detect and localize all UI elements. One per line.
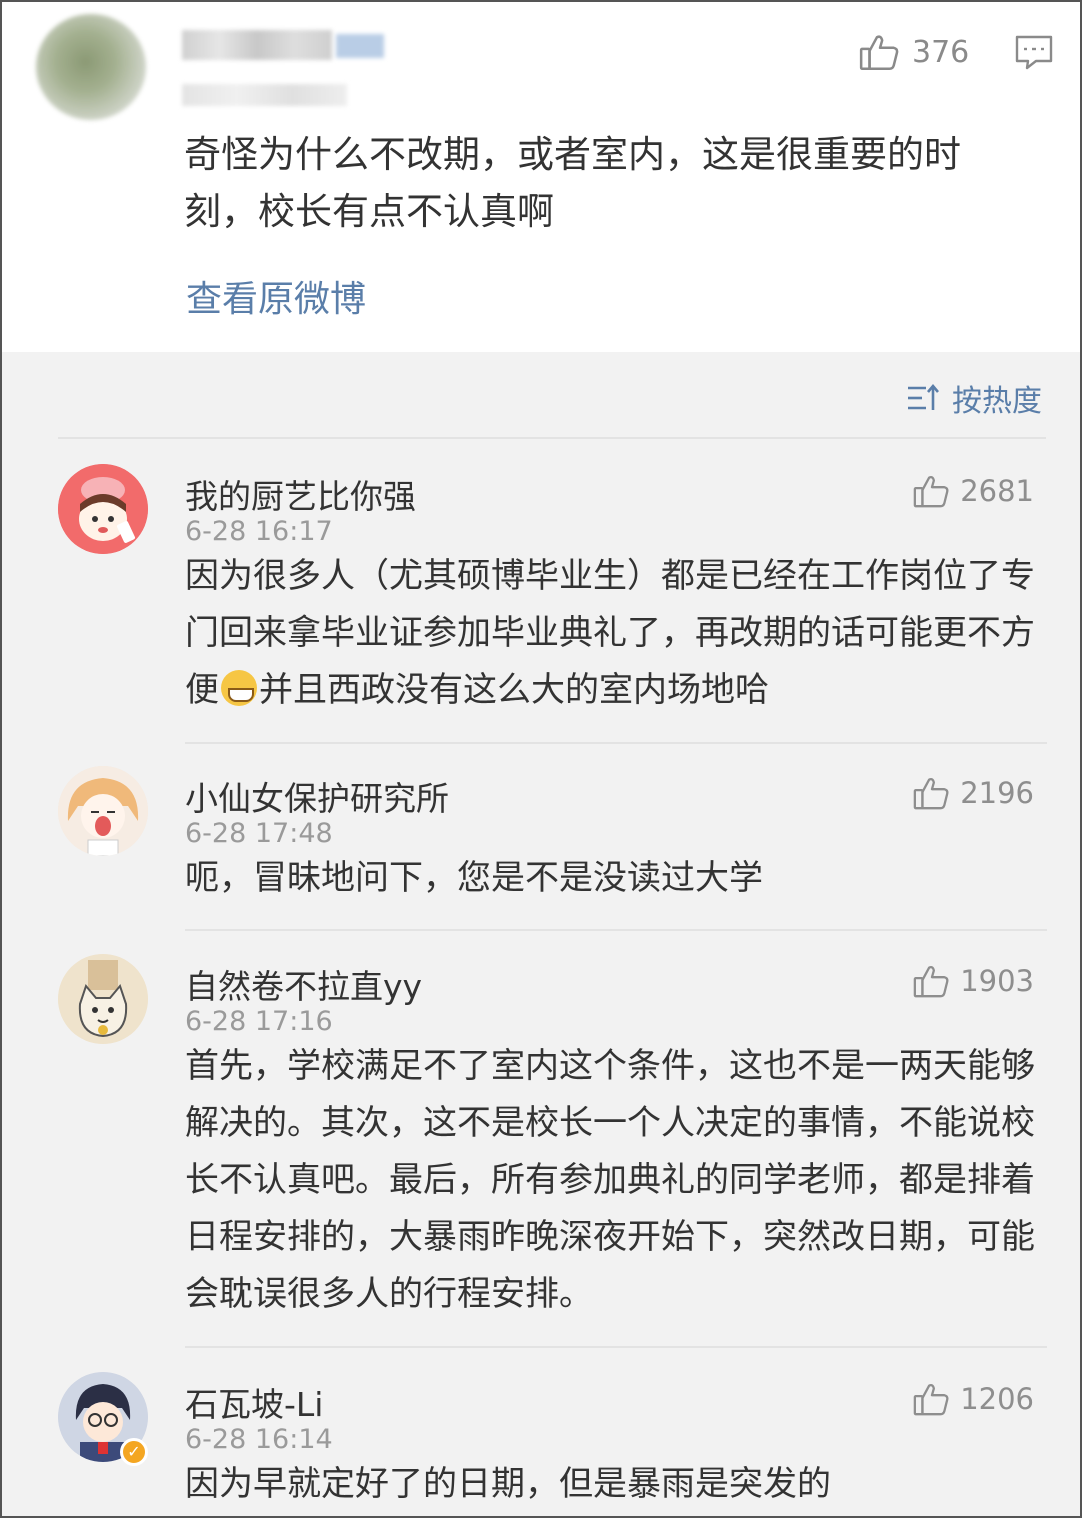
- comment-item: 小仙女保护研究所 6-28 17:48 2196 呃，冒昧地问下，您是不是没读过…: [0, 766, 1082, 912]
- comment-text-part: 并且西政没有这么大的室内场地哈: [259, 670, 769, 710]
- comment-time: 6-28 16:17: [185, 516, 333, 547]
- comment-like-button[interactable]: 2681: [912, 472, 1034, 510]
- thumbs-up-icon: [913, 476, 949, 508]
- comment-text: 呃，冒昧地问下，您是不是没读过大学: [185, 858, 763, 898]
- sort-label: 按热度: [952, 384, 1042, 419]
- comment-time: 6-28 16:14: [185, 1424, 333, 1455]
- comment-like-button[interactable]: 2196: [912, 774, 1034, 812]
- comment-username[interactable]: 小仙女保护研究所: [185, 772, 449, 820]
- smile-emoji-icon: [221, 670, 257, 706]
- original-post-card: 376 奇怪为什么不改期，或者室内，这是很重要的时刻，校长有点不认真啊 查看原微…: [0, 0, 1082, 352]
- comment-username[interactable]: 我的厨艺比你强: [185, 470, 416, 518]
- comment-time: 6-28 17:48: [185, 818, 333, 849]
- comment-item: 自然卷不拉直yy 6-28 17:16 1903 首先，学校满足不了室内这个条件…: [0, 954, 1082, 1330]
- comment-username[interactable]: 自然卷不拉直yy: [185, 960, 422, 1008]
- post-author-name-blurred[interactable]: [182, 30, 332, 60]
- post-like-count: 376: [912, 34, 970, 70]
- thumbs-up-icon: [913, 966, 949, 998]
- post-text: 奇怪为什么不改期，或者室内，这是很重要的时刻，校长有点不认真啊: [184, 133, 961, 233]
- divider: [185, 1346, 1047, 1348]
- comment-text: 因为早就定好了的日期，但是暴雨是突发的: [185, 1464, 831, 1504]
- thumbs-up-icon: [859, 35, 899, 71]
- divider: [185, 929, 1047, 931]
- comment-like-count: 2196: [960, 776, 1034, 810]
- comment-text: 首先，学校满足不了室内这个条件，这也不是一两天能够解决的。其次，这不是校长一个人…: [185, 1046, 1035, 1314]
- comment-time: 6-28 17:16: [185, 1006, 333, 1037]
- post-author-badge-blurred: [336, 34, 384, 58]
- comment-like-button[interactable]: 1903: [912, 962, 1034, 1000]
- sort-by-hot-button[interactable]: 按热度: [906, 376, 1042, 420]
- divider: [58, 437, 1046, 439]
- comment-like-button[interactable]: 1206: [912, 1380, 1034, 1418]
- thumbs-up-icon: [913, 1384, 949, 1416]
- anime-girl-avatar-icon: [58, 766, 148, 856]
- divider: [185, 742, 1047, 744]
- comment-item: 我的厨艺比你强 6-28 16:17 2681 因为很多人（尤其硕博毕业生）都是…: [0, 464, 1082, 720]
- avatar[interactable]: [58, 766, 148, 856]
- sort-icon: [908, 383, 939, 410]
- post-author-avatar[interactable]: [36, 14, 146, 120]
- comment-like-count: 2681: [960, 474, 1034, 508]
- comment-like-count: 1206: [960, 1382, 1034, 1416]
- view-original-weibo-link[interactable]: 查看原微博: [186, 270, 366, 322]
- post-like-button[interactable]: 376: [858, 30, 969, 74]
- verified-icon: ✓: [120, 1438, 148, 1466]
- thumbs-up-icon: [913, 778, 949, 810]
- avatar[interactable]: [58, 954, 148, 1044]
- comment-item: ✓ 石瓦坡-Li 6-28 16:14 1206 因为早就定好了的日期，但是暴雨…: [0, 1372, 1082, 1518]
- pig-girl-avatar-icon: [58, 464, 148, 554]
- comment-icon[interactable]: [1014, 32, 1054, 72]
- post-time-blurred: [182, 84, 347, 106]
- lucky-cat-avatar-icon: [58, 954, 148, 1044]
- comment-like-count: 1903: [960, 964, 1034, 998]
- comment-text: 因为很多人（尤其硕博毕业生）都是已经在工作岗位了专门回来拿毕业证参加毕业典礼了，…: [185, 548, 1045, 719]
- comment-username[interactable]: 石瓦坡-Li: [185, 1378, 323, 1426]
- avatar[interactable]: [58, 464, 148, 554]
